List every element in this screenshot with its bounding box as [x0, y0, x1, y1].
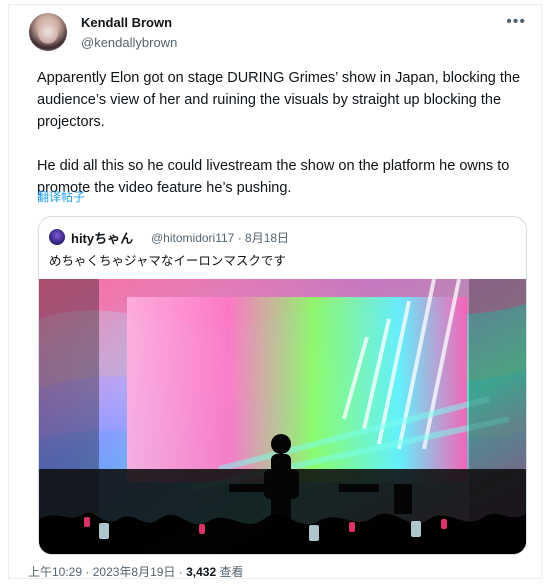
quoted-text: めちゃくちゃジャマなイーロンマスクです	[49, 254, 286, 268]
author-name[interactable]: Kendall Brown	[81, 15, 172, 30]
quoted-video[interactable]	[39, 279, 526, 554]
quoted-tweet[interactable]: hityちゃん @hitomidori117 · 8月18日 めちゃくちゃジャマ…	[38, 216, 527, 555]
footer-separator: ·	[85, 565, 90, 579]
quoted-avatar[interactable]	[49, 229, 65, 245]
tweet-header: Kendall Brown @kendallybrown •••	[29, 13, 534, 53]
quoted-date[interactable]: 8月18日	[245, 231, 289, 245]
tweet-card: Kendall Brown @kendallybrown ••• Apparen…	[8, 4, 542, 579]
quoted-meta: @hitomidori117 · 8月18日	[151, 229, 289, 246]
translate-post-link[interactable]: 翻译帖子	[37, 188, 85, 205]
tweet-date[interactable]: 2023年8月19日	[93, 565, 176, 579]
quoted-author-name[interactable]: hityちゃん	[71, 228, 133, 247]
more-horizontal-icon[interactable]: •••	[506, 13, 526, 31]
tweet-time[interactable]: 上午10:29	[28, 565, 82, 579]
views-count: 3,432	[186, 565, 217, 579]
author-handle[interactable]: @kendallybrown	[81, 35, 177, 50]
footer-dot: ·	[178, 565, 183, 579]
concert-image	[39, 279, 526, 554]
avatar[interactable]	[29, 13, 67, 51]
tweet-text: Apparently Elon got on stage DURING Grim…	[37, 70, 521, 196]
quoted-separator: ·	[237, 231, 242, 245]
views-label: 查看	[219, 565, 244, 579]
quoted-author-handle[interactable]: @hitomidori117	[151, 231, 234, 245]
tweet-footer: 上午10:29 · 2023年8月19日 · 3,432 查看	[28, 563, 244, 580]
